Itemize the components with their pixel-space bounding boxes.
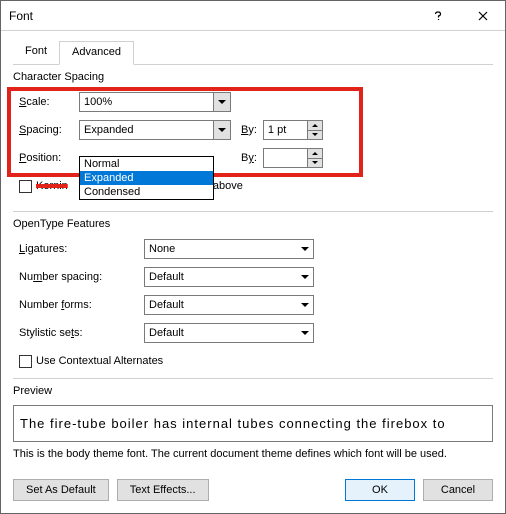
close-icon: [478, 11, 488, 21]
set-as-default-button[interactable]: Set As Default: [13, 479, 109, 501]
contextual-alternates-label: Use Contextual Alternates: [36, 355, 163, 367]
spacing-dropdown-list[interactable]: Normal Expanded Condensed: [79, 156, 214, 200]
ok-button[interactable]: OK: [345, 479, 415, 501]
spacing-label: Spacing:: [19, 124, 79, 136]
contextual-alternates-checkbox[interactable]: [19, 355, 32, 368]
chevron-down-icon: [296, 296, 313, 314]
stylistic-sets-select[interactable]: Default: [144, 323, 314, 343]
tab-bar: Font Advanced: [13, 41, 493, 65]
spinner-down-icon[interactable]: [308, 159, 322, 168]
position-label: Position:: [19, 152, 79, 164]
scale-select[interactable]: 100%: [79, 92, 231, 112]
help-button[interactable]: [415, 1, 460, 31]
spacing-option-condensed[interactable]: Condensed: [80, 185, 213, 199]
spinner-up-icon[interactable]: [308, 149, 322, 159]
spinner-down-icon[interactable]: [308, 131, 322, 140]
number-spacing-label: Number spacing:: [19, 271, 144, 283]
chevron-down-icon: [296, 240, 313, 258]
number-spacing-select[interactable]: Default: [144, 267, 314, 287]
opentype-title: OpenType Features: [13, 218, 493, 230]
text-effects-button[interactable]: Text Effects...: [117, 479, 209, 501]
window-title: Font: [9, 9, 415, 23]
tab-advanced[interactable]: Advanced: [59, 41, 134, 65]
spinner-up-icon[interactable]: [308, 121, 322, 131]
ligatures-select[interactable]: None: [144, 239, 314, 259]
preview-box: The fire-tube boiler has internal tubes …: [13, 405, 493, 442]
spacing-option-normal[interactable]: Normal: [80, 157, 213, 171]
chevron-down-icon: [213, 121, 230, 139]
number-forms-label: Number forms:: [19, 299, 144, 311]
spacing-option-expanded[interactable]: Expanded: [80, 171, 213, 185]
kerning-checkbox[interactable]: [19, 180, 32, 193]
spacing-by-spinner[interactable]: 1 pt: [263, 120, 323, 140]
character-spacing-title: Character Spacing: [13, 71, 493, 83]
cancel-button[interactable]: Cancel: [423, 479, 493, 501]
chevron-down-icon: [213, 93, 230, 111]
spacing-by-label: By:: [241, 124, 257, 136]
stylistic-sets-label: Stylistic sets:: [19, 327, 144, 339]
tab-font[interactable]: Font: [13, 41, 59, 65]
chevron-down-icon: [296, 324, 313, 342]
ligatures-label: Ligatures:: [19, 243, 144, 255]
spacing-select[interactable]: Expanded: [79, 120, 231, 140]
preview-hint: This is the body theme font. The current…: [13, 448, 493, 460]
scale-label: Scale:: [19, 96, 79, 108]
number-forms-select[interactable]: Default: [144, 295, 314, 315]
kerning-label: Kernin: [36, 180, 68, 192]
help-icon: [433, 11, 443, 21]
position-by-label: By:: [241, 152, 257, 164]
chevron-down-icon: [296, 268, 313, 286]
preview-title: Preview: [13, 385, 493, 397]
position-by-spinner[interactable]: [263, 148, 323, 168]
close-button[interactable]: [460, 1, 505, 31]
